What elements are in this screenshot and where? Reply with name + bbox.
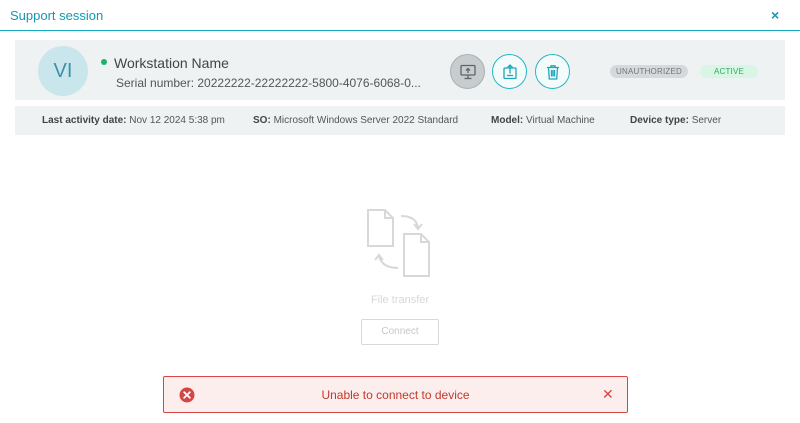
error-toast: Unable to connect to device ✕ — [163, 376, 628, 413]
close-dialog-button[interactable]: × — [771, 7, 779, 23]
status-badge: ACTIVE — [700, 65, 758, 78]
os-value: Microsoft Windows Server 2022 Standard — [273, 115, 459, 126]
remote-desktop-icon — [459, 64, 476, 79]
device-name: Workstation Name — [114, 55, 229, 71]
dialog-title: Support session — [10, 8, 104, 23]
remote-desktop-button[interactable] — [450, 54, 485, 89]
device-type-label: Device type: — [630, 115, 689, 126]
device-type-field: Device type: Server — [630, 115, 721, 126]
last-activity-value: Nov 12 2024 5:38 pm — [129, 115, 225, 126]
os-label: SO: — [253, 115, 271, 126]
device-card: VI Workstation Name Serial number: 20222… — [15, 40, 785, 100]
connect-button[interactable]: Connect — [361, 319, 439, 345]
close-toast-button[interactable]: ✕ — [602, 386, 614, 402]
file-transfer-label: File transfer — [370, 294, 430, 306]
device-details-bar: Last activity date: Nov 12 2024 5:38 pm … — [15, 106, 785, 135]
device-type-value: Server — [691, 115, 722, 126]
upload-button[interactable] — [492, 54, 527, 89]
file-transfer-icon — [367, 209, 430, 277]
last-activity-label: Last activity date: — [42, 115, 127, 126]
delete-button[interactable] — [535, 54, 570, 89]
serial-number: Serial number: 20222222-22222222-5800-40… — [116, 76, 421, 90]
model-label: Model: — [491, 115, 524, 126]
avatar: VI — [38, 46, 88, 96]
last-activity-field: Last activity date: Nov 12 2024 5:38 pm — [42, 115, 225, 126]
upload-icon — [502, 63, 517, 79]
model-value: Virtual Machine — [526, 115, 595, 126]
trash-icon — [546, 64, 559, 80]
dialog-header: Support session × — [0, 0, 800, 31]
online-status-dot — [101, 59, 107, 65]
authorization-badge: UNAUTHORIZED — [610, 65, 688, 78]
model-field: Model: Virtual Machine — [491, 115, 595, 126]
error-message: Unable to connect to device — [321, 388, 470, 402]
os-field: SO: Microsoft Windows Server 2022 Standa… — [253, 115, 458, 126]
